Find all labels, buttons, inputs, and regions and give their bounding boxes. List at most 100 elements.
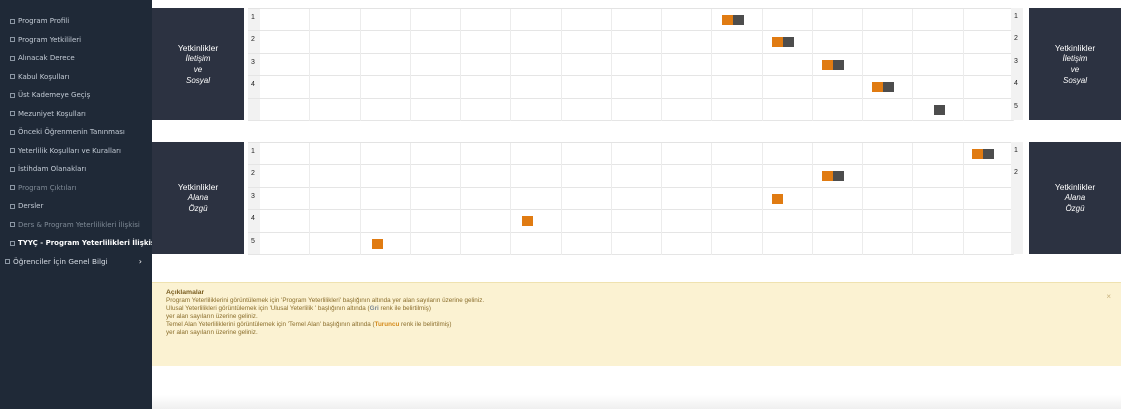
row-number[interactable]: 2 — [248, 165, 260, 187]
sidebar-item-alinacak-derece[interactable]: Alınacak Derece — [0, 49, 152, 68]
row-number[interactable]: 4 — [248, 210, 260, 232]
notice-orange-keyword: Turuncu — [374, 321, 400, 328]
right-row-number[interactable]: 1 — [1011, 8, 1023, 31]
row-number[interactable]: 4 — [248, 76, 260, 98]
grid-cell — [612, 143, 663, 255]
competence-subtitle-line: Sosyal — [185, 75, 210, 85]
orange-marker[interactable] — [772, 37, 783, 48]
competence-subtitle-line: Sosyal — [1062, 75, 1087, 85]
mapping-mark[interactable] — [722, 15, 744, 25]
row-number[interactable]: 3 — [248, 187, 260, 210]
sidebar-item-ders-program-iliskisi[interactable]: Ders & Program Yeterlilikleri İlişkisi — [0, 216, 152, 235]
chevron-right-icon: › — [138, 257, 142, 267]
sidebar-item-label: TYYÇ - Program Yeterlilikleri İlişkisi — [18, 239, 152, 248]
grid-cell — [964, 143, 1014, 255]
competence-subtitle-line: ve — [193, 64, 203, 74]
main-content: Yetkinlikler İletişim ve Sosyal 1 2 3 4 — [152, 0, 1121, 409]
mapping-mark[interactable] — [522, 216, 533, 227]
notice-heading: Açıklamalar — [166, 289, 205, 296]
square-icon — [10, 74, 15, 80]
right-row-number[interactable]: 1 — [1011, 142, 1023, 165]
sidebar-item-istihdam[interactable]: İstihdam Olanakları — [0, 160, 152, 179]
notice-line: Program Yeterliliklerini görüntülemek iç… — [166, 297, 485, 304]
row-number[interactable] — [248, 98, 260, 120]
sidebar-item-kabul-kosullari[interactable]: Kabul Koşulları — [0, 68, 152, 87]
sidebar-item-label: Program Çıktıları — [18, 183, 77, 192]
competence-subtitle-line: ve — [1070, 64, 1080, 74]
gray-marker[interactable] — [883, 82, 894, 93]
gray-marker[interactable] — [833, 59, 844, 70]
row-number[interactable]: 2 — [248, 31, 260, 53]
grid-cell — [411, 143, 462, 255]
notice-text: renk ile belirtilmiş) — [378, 305, 431, 312]
grid-cell — [763, 143, 813, 255]
competence-label-left: Yetkinlikler İletişim ve Sosyal — [152, 8, 244, 120]
row-number[interactable]: 1 — [248, 143, 260, 165]
sidebar-item-program-ciktilari[interactable]: Program Çıktıları — [0, 179, 152, 198]
sidebar-item-mezuniyet[interactable]: Mezuniyet Koşulları — [0, 105, 152, 124]
grid-cell — [511, 9, 562, 121]
mapping-mark[interactable] — [772, 37, 794, 48]
competence-title: Yetkinlikler — [177, 182, 219, 192]
mapping-mark[interactable] — [934, 104, 945, 115]
row-number[interactable]: 1 — [248, 9, 260, 31]
sidebar-item-ust-kademe[interactable]: Üst Kademeye Geçiş — [0, 86, 152, 105]
info-notice: Açıklamalar Program Yeterliliklerini gör… — [152, 282, 1121, 366]
sidebar-item-label: Kabul Koşulları — [18, 72, 70, 81]
mapping-mark[interactable] — [972, 149, 994, 159]
close-icon[interactable]: × — [1106, 293, 1111, 301]
right-row-number[interactable]: 3 — [1011, 52, 1023, 76]
notice-line: Ulusal Yeterlilikleri görüntülemek için … — [166, 305, 1107, 313]
mapping-mark[interactable] — [772, 193, 783, 204]
square-icon — [5, 259, 10, 265]
sidebar-item-dersler[interactable]: Dersler — [0, 197, 152, 216]
competence-table-iletisim-sosyal: Yetkinlikler İletişim ve Sosyal 1 2 3 4 — [152, 8, 1121, 121]
gray-marker[interactable] — [833, 171, 844, 182]
gray-marker[interactable] — [983, 149, 994, 159]
sidebar-menu: Program Profili Program Yetkilileri Alın… — [0, 12, 152, 271]
orange-marker[interactable] — [522, 216, 533, 227]
orange-marker[interactable] — [722, 15, 733, 25]
mapping-mark[interactable] — [822, 59, 844, 70]
mapping-mark[interactable] — [372, 238, 383, 249]
grid-cell — [863, 9, 914, 121]
notice-line: yer alan sayıların üzerine geliniz. — [166, 329, 258, 336]
competence-grid: 1 2 3 4 5 — [248, 142, 1014, 255]
sidebar-item-yeterlilik-kosullari[interactable]: Yeterlilik Koşulları ve Kuralları — [0, 142, 152, 161]
gray-marker[interactable] — [733, 15, 744, 25]
row-number[interactable]: 5 — [248, 232, 260, 254]
right-row-number[interactable]: 5 — [1011, 97, 1023, 120]
square-icon — [10, 185, 15, 191]
sidebar-item-program-yetkilileri[interactable]: Program Yetkilileri — [0, 31, 152, 50]
mapping-mark[interactable] — [822, 171, 844, 182]
right-row-number[interactable]: 2 — [1011, 30, 1023, 53]
sidebar-item-label: Mezuniyet Koşulları — [18, 109, 86, 118]
gray-marker[interactable] — [934, 104, 945, 115]
orange-marker[interactable] — [772, 193, 783, 204]
orange-marker[interactable] — [822, 59, 833, 70]
right-row-number[interactable]: 4 — [1011, 75, 1023, 98]
orange-marker[interactable] — [972, 149, 983, 159]
sidebar-item-program-profili[interactable]: Program Profili — [0, 12, 152, 31]
right-row-number[interactable]: 2 — [1011, 164, 1023, 187]
gray-marker[interactable] — [783, 37, 794, 48]
sidebar-item-tyyc-iliskisi[interactable]: TYYÇ - Program Yeterlilikleri İlişkisi — [0, 234, 152, 253]
competence-subtitle-line: İletişim — [1062, 53, 1088, 63]
square-icon — [10, 222, 15, 228]
mapping-mark[interactable] — [872, 82, 894, 93]
sidebar-item-label: Program Yetkilileri — [18, 35, 82, 44]
sidebar-item-onceki-ogrenme[interactable]: Önceki Öğrenmenin Tanınması — [0, 123, 152, 142]
sidebar-item-label: Üst Kademeye Geçiş — [18, 91, 91, 100]
orange-marker[interactable] — [872, 82, 883, 93]
sidebar-group-ogrenciler[interactable]: Öğrenciler İçin Genel Bilgi › — [0, 253, 152, 272]
orange-marker[interactable] — [372, 238, 383, 249]
footer-shadow — [152, 395, 1121, 409]
row-number[interactable]: 3 — [248, 53, 260, 76]
sidebar-item-label: Ders & Program Yeterlilikleri İlişkisi — [18, 220, 140, 229]
competence-title: Yetkinlikler — [177, 42, 219, 53]
competence-subtitle-line: Özgü — [188, 204, 208, 213]
orange-marker[interactable] — [822, 171, 833, 182]
notice-text: renk ile belirtilmiş) — [399, 321, 452, 328]
sidebar-item-label: Önceki Öğrenmenin Tanınması — [18, 128, 125, 137]
competence-label-right: Yetkinlikler İletişim ve Sosyal — [1029, 8, 1121, 120]
